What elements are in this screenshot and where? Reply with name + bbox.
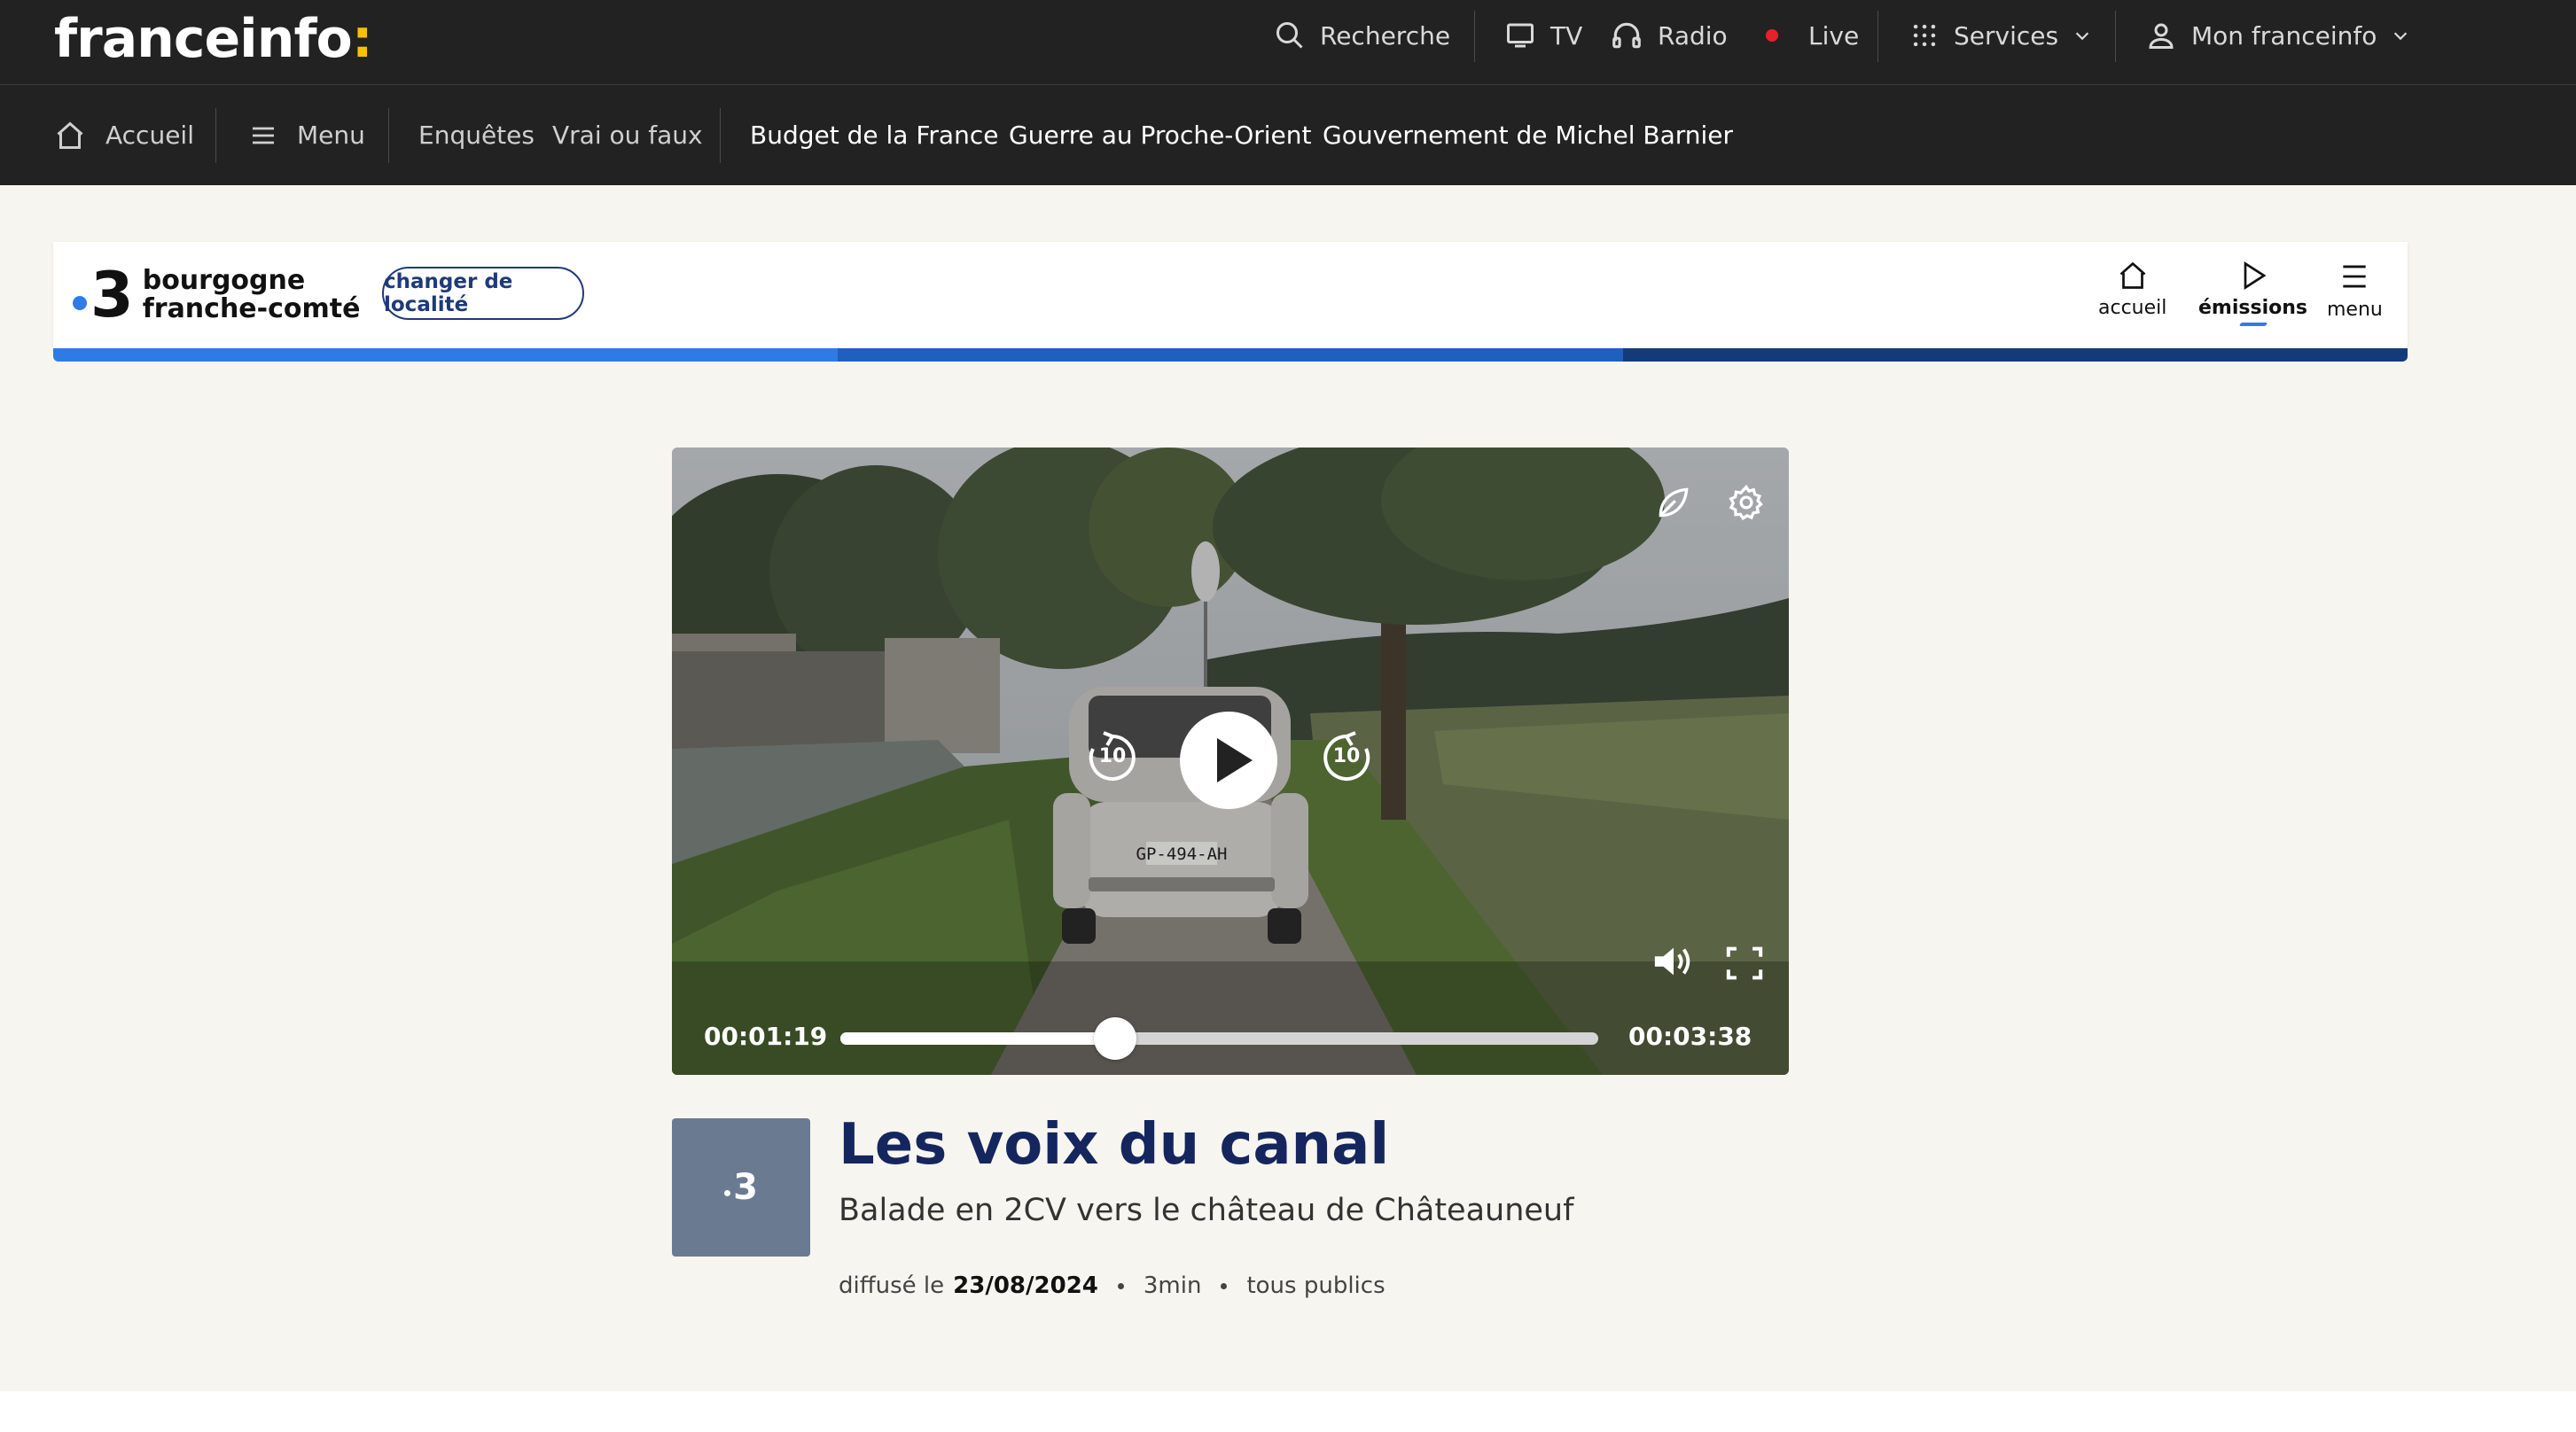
logo-dot	[73, 296, 87, 310]
radio-button[interactable]: Radio	[1610, 0, 1728, 71]
nav-link-enquetes[interactable]: Enquêtes	[418, 85, 535, 185]
play-icon	[1217, 738, 1253, 782]
progress-fill	[840, 1032, 1115, 1045]
tv-label: TV	[1550, 20, 1583, 51]
divider	[388, 108, 389, 163]
search-icon	[1276, 22, 1303, 49]
regional-nav-label: accueil	[2098, 297, 2167, 319]
duration-time: 00:03:38	[1628, 1022, 1752, 1051]
stripe-segment	[838, 348, 1623, 362]
divider	[2115, 11, 2116, 62]
play-outline-icon	[2244, 261, 2266, 290]
stripe-segment	[53, 348, 839, 362]
topic-link-gouvernement[interactable]: Gouvernement de Michel Barnier	[1323, 85, 1733, 185]
menu-button[interactable]: Menu	[249, 85, 365, 185]
fullscreen-icon[interactable]	[1725, 946, 1764, 981]
services-label: Services	[1954, 20, 2059, 51]
aired-prefix: diffusé le	[839, 1272, 945, 1299]
separator-bullet	[1117, 1282, 1124, 1289]
stripe-segment	[1622, 348, 2408, 362]
menu-label: Menu	[297, 121, 365, 150]
audience-rating: tous publics	[1246, 1272, 1386, 1299]
account-button[interactable]: Mon franceinfo	[2145, 0, 2410, 71]
volume-icon[interactable]	[1651, 942, 1696, 981]
sub-navigation: Accueil Menu Enquêtes Vrai ou faux Budge…	[0, 85, 2576, 185]
regional-nav-emissions[interactable]: émissions	[2198, 260, 2307, 326]
home-icon	[57, 121, 83, 149]
regional-color-stripe	[53, 348, 2408, 362]
video-player[interactable]: GP-494-AH 10 10 00:01:19 00:03:38	[672, 448, 1789, 1075]
chevron-down-icon	[2075, 32, 2089, 41]
channel-dot	[724, 1189, 731, 1196]
settings-gear-icon[interactable]	[1727, 483, 1766, 522]
forward-10-button[interactable]: 10	[1318, 729, 1375, 786]
aired-date: 23/08/2024	[953, 1272, 1098, 1299]
eco-leaf-icon[interactable]	[1654, 483, 1693, 522]
logo-colon: :	[351, 8, 373, 70]
topic-link-budget[interactable]: Budget de la France	[750, 85, 998, 185]
divider	[215, 108, 216, 163]
search-label: Recherche	[1320, 20, 1451, 51]
services-button[interactable]: Services	[1909, 0, 2092, 71]
forward-seconds: 10	[1332, 745, 1361, 767]
rewind-seconds: 10	[1098, 745, 1127, 767]
hamburger-icon	[253, 127, 274, 144]
home-link[interactable]: Accueil	[54, 85, 194, 185]
episode-subtitle: Balade en 2CV vers le château de Château…	[839, 1193, 1574, 1228]
live-label: Live	[1808, 20, 1860, 51]
progress-thumb[interactable]	[1093, 1017, 1136, 1060]
grid-dots-icon	[1913, 24, 1936, 47]
tv-button[interactable]: TV	[1504, 0, 1582, 71]
france3-region-logo[interactable]: 3 bourgogne franche-comté	[73, 264, 360, 326]
regional-nav-label: menu	[2327, 299, 2383, 321]
current-time: 00:01:19	[704, 1022, 828, 1051]
home-label: Accueil	[105, 121, 194, 150]
regional-nav-label: émissions	[2198, 297, 2307, 319]
program-title[interactable]: Les voix du canal	[839, 1112, 1389, 1178]
rewind-10-button[interactable]: 10	[1084, 729, 1141, 786]
channel-thumbnail[interactable]: 3	[672, 1118, 810, 1257]
channel-badge-number: 3	[733, 1167, 758, 1208]
headphones-icon	[1612, 22, 1641, 49]
divider	[1474, 11, 1475, 62]
progress-bar[interactable]	[840, 1017, 1598, 1060]
tv-icon	[1507, 23, 1534, 48]
topic-link-proche-orient[interactable]: Guerre au Proche-Orient	[1009, 85, 1311, 185]
region-line-1: bourgogne	[142, 265, 306, 296]
radio-label: Radio	[1658, 20, 1728, 51]
live-button[interactable]: Live	[1766, 0, 1859, 71]
play-button[interactable]	[1180, 712, 1277, 809]
divider	[720, 108, 721, 163]
regional-header: 3 bourgogne franche-comté changer de loc…	[53, 242, 2408, 348]
account-label: Mon franceinfo	[2191, 20, 2377, 51]
regional-nav-accueil[interactable]: accueil	[2098, 260, 2166, 319]
region-line-2: franche-comté	[142, 293, 361, 324]
home-icon	[2119, 261, 2146, 289]
region-name: bourgogne franche-comté	[143, 267, 361, 323]
program-duration: 3min	[1143, 1272, 1202, 1299]
live-dot-icon	[1766, 29, 1778, 42]
separator-bullet	[1221, 1282, 1228, 1289]
chevron-down-icon	[2394, 32, 2408, 41]
nav-link-vrai-ou-faux[interactable]: Vrai ou faux	[552, 85, 703, 185]
divider	[1877, 11, 1878, 62]
logo-text: franceinfo	[54, 8, 353, 70]
hamburger-icon	[2343, 265, 2367, 288]
logo-number: 3	[90, 259, 134, 331]
change-location-button[interactable]: changer de localité	[382, 267, 584, 320]
top-bar: franceinfo: Recherche TV Radio Live Serv…	[0, 0, 2576, 85]
program-meta: diffusé le 23/08/2024 3min tous publics	[839, 1272, 1386, 1299]
franceinfo-logo[interactable]: franceinfo:	[54, 4, 373, 74]
regional-nav-menu[interactable]: menu	[2327, 260, 2383, 321]
active-underline	[2238, 323, 2268, 326]
search-button[interactable]: Recherche	[1274, 0, 1450, 71]
user-icon	[2149, 23, 2174, 49]
